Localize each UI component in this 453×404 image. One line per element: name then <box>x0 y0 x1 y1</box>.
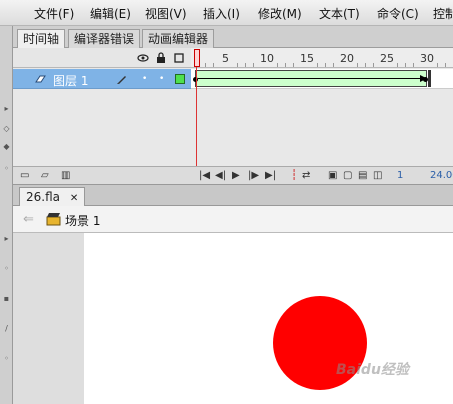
menu-insert[interactable]: 插入(I) <box>203 5 240 22</box>
tab-timeline[interactable]: 时间轴 <box>17 29 66 49</box>
watermark: Baidu经验 <box>336 362 409 378</box>
tween-arrow <box>198 78 422 79</box>
eye-icon[interactable] <box>137 53 149 63</box>
frame-rate[interactable]: 24.00 <box>430 170 453 181</box>
first-frame-icon[interactable]: |◀ <box>199 170 210 181</box>
step-forward-icon[interactable]: |▶ <box>248 170 259 181</box>
outline-icon[interactable] <box>174 53 184 63</box>
menu-edit[interactable]: 编辑(E) <box>90 5 131 22</box>
ruler-label: 10 <box>260 52 274 65</box>
frame-row[interactable] <box>191 69 453 89</box>
timeline-controls: ▭ ▱ ▥ |◀ ◀| ▶ |▶ ▶| ┆ ⇄ ▣ ▢ ▤ ◫ 1 24.00 <box>13 166 453 184</box>
ruler-label: 5 <box>222 52 229 65</box>
tool-icon[interactable]: ◦ <box>2 355 11 363</box>
menu-view[interactable]: 视图(V) <box>145 5 187 22</box>
layer-header <box>13 48 191 68</box>
frame-ruler[interactable]: 1 5 10 15 20 25 30 <box>191 48 453 68</box>
ruler-label: 20 <box>340 52 354 65</box>
menu-bar: 文件(F) 编辑(E) 视图(V) 插入(I) 修改(M) 文本(T) 命令(C… <box>0 0 453 26</box>
menu-commands[interactable]: 命令(C) <box>377 5 419 22</box>
close-icon[interactable]: ✕ <box>70 193 78 204</box>
ruler-label: 15 <box>300 52 314 65</box>
layer-color-swatch[interactable] <box>175 74 185 84</box>
tool-icon[interactable]: ◆ <box>2 143 11 151</box>
tool-icon[interactable]: ▪ <box>2 295 11 303</box>
back-arrow-icon[interactable]: ⇐ <box>23 212 34 227</box>
frames-empty-area <box>191 90 453 166</box>
delete-icon[interactable]: ▥ <box>61 170 70 181</box>
document-tab[interactable]: 26.fla ✕ <box>19 187 86 206</box>
center-frame-icon[interactable]: ┆ <box>291 170 297 181</box>
document-tabs: 26.fla ✕ <box>13 184 453 206</box>
tool-icon[interactable]: ◇ <box>2 125 11 133</box>
tool-icon[interactable]: ▸ <box>2 235 11 243</box>
ruler-label: 25 <box>380 52 394 65</box>
step-back-icon[interactable]: ◀| <box>215 170 226 181</box>
new-folder-icon[interactable]: ▱ <box>41 170 49 181</box>
lock-icon[interactable] <box>156 52 166 63</box>
tab-motion-editor[interactable]: 动画编辑器 <box>142 29 215 48</box>
visibility-dot[interactable]: • <box>142 74 147 84</box>
tool-icon[interactable]: / <box>2 325 11 333</box>
layer-icon <box>35 75 46 83</box>
onion-skin-icon[interactable]: ▣ <box>328 170 337 181</box>
menu-file[interactable]: 文件(F) <box>34 5 74 22</box>
scene-clapper-icon <box>46 213 61 226</box>
layer-name[interactable]: 图层 1 <box>53 72 88 89</box>
pencil-icon[interactable] <box>116 73 128 85</box>
playhead[interactable] <box>194 49 200 67</box>
tool-icon[interactable]: ◦ <box>2 165 11 173</box>
loop-icon[interactable]: ⇄ <box>302 170 310 181</box>
menu-modify[interactable]: 修改(M) <box>258 5 302 22</box>
tool-icon[interactable]: ◦ <box>2 265 11 273</box>
scene-bar: ⇐ 场景 1 <box>13 206 453 233</box>
timeline-tabs: 时间轴 编译器错误 动画编辑器 <box>13 26 453 49</box>
play-icon[interactable]: ▶ <box>232 170 240 181</box>
edit-multiple-icon[interactable]: ▤ <box>358 170 367 181</box>
tab-compiler-errors[interactable]: 编译器错误 <box>68 29 141 48</box>
lock-dot[interactable]: • <box>159 74 164 84</box>
new-layer-icon[interactable]: ▭ <box>20 170 29 181</box>
layer-row[interactable]: 图层 1 • • <box>13 69 191 89</box>
menu-text[interactable]: 文本(T) <box>319 5 360 22</box>
ruler-label: 30 <box>420 52 434 65</box>
timeline-panel: 时间轴 编译器错误 动画编辑器 1 5 10 15 20 25 30 <box>13 26 453 184</box>
span-end-marker <box>428 70 431 87</box>
last-frame-icon[interactable]: ▶| <box>265 170 276 181</box>
modify-markers-icon[interactable]: ◫ <box>373 170 382 181</box>
document-tab-label: 26.fla <box>26 190 60 204</box>
tools-panel: ▸ ◇ ◆ ◦ ▸ ◦ ▪ / ◦ <box>0 26 13 404</box>
onion-outline-icon[interactable]: ▢ <box>343 170 352 181</box>
tool-icon[interactable]: ▸ <box>2 105 11 113</box>
scene-name[interactable]: 场景 1 <box>65 212 100 229</box>
current-frame: 1 <box>397 170 404 181</box>
menu-control[interactable]: 控制 <box>433 5 453 22</box>
